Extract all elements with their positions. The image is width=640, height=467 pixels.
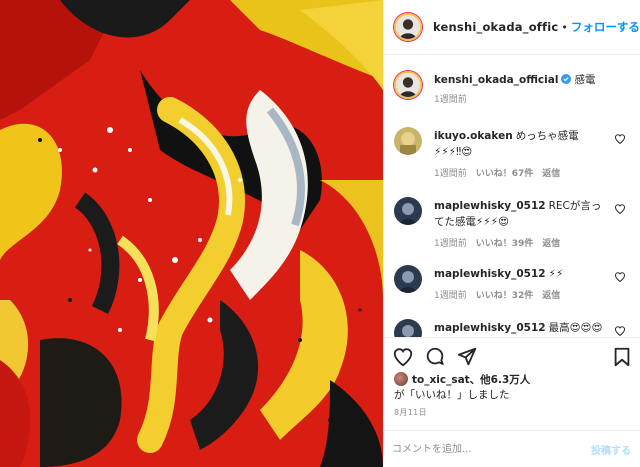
comment-likes[interactable]: いいね！39件 bbox=[476, 239, 534, 249]
post-image[interactable] bbox=[0, 0, 383, 467]
author-username[interactable]: kenshi_okada_offic bbox=[433, 20, 558, 34]
caption-text: 感電 bbox=[574, 74, 596, 86]
comment-username[interactable]: maplewhisky_0512 bbox=[434, 200, 546, 212]
comment-username[interactable]: ikuyo.okaken bbox=[434, 130, 513, 142]
heart-icon[interactable] bbox=[614, 271, 626, 283]
verified-badge-icon bbox=[561, 74, 572, 84]
avatar-portrait bbox=[396, 15, 420, 39]
abstract-painting bbox=[0, 0, 383, 467]
commenter-avatar[interactable] bbox=[394, 265, 422, 293]
comment-likes[interactable]: いいね！67件 bbox=[476, 169, 534, 179]
comment-text: 最高😍😍😍 bbox=[548, 322, 603, 334]
comment-username[interactable]: maplewhisky_0512 bbox=[434, 322, 546, 334]
caption-time[interactable]: 1週間前 bbox=[434, 95, 467, 105]
caption-username[interactable]: kenshi_okada_official bbox=[434, 74, 558, 86]
comment-likes[interactable]: いいね！32件 bbox=[476, 291, 534, 301]
post-comment-button[interactable]: 投稿する bbox=[591, 442, 631, 457]
follow-button[interactable]: フォローする bbox=[571, 19, 640, 35]
comment-composer: 投稿する bbox=[384, 430, 640, 467]
commenter-avatar[interactable] bbox=[394, 319, 422, 337]
caption-avatar[interactable] bbox=[394, 71, 422, 99]
post-header: kenshi_okada_offic • フォローする bbox=[384, 0, 640, 55]
likes-summary: to_xic_sat、他6.3万人 が「いいね！」しました bbox=[394, 372, 634, 403]
heart-icon[interactable] bbox=[614, 203, 626, 215]
heart-icon[interactable] bbox=[614, 325, 626, 337]
comment-username[interactable]: maplewhisky_0512 bbox=[434, 268, 546, 280]
likes-others[interactable]: 、他6.3万人 bbox=[470, 374, 531, 386]
likes-suffix: が「いいね！」しました bbox=[394, 389, 510, 401]
header-separator: • bbox=[561, 20, 568, 34]
bookmark-icon[interactable] bbox=[611, 346, 633, 368]
comment-input[interactable] bbox=[392, 440, 572, 458]
comment-time[interactable]: 1週間前 bbox=[434, 291, 467, 301]
reply-button[interactable]: 返信 bbox=[542, 291, 560, 301]
liker-username[interactable]: to_xic_sat bbox=[412, 374, 470, 386]
commenter-avatar[interactable] bbox=[394, 127, 422, 155]
post-date[interactable]: 8月11日 bbox=[394, 407, 427, 418]
comments-list[interactable]: kenshi_okada_official 感電 1週間前 ikuyo.okake… bbox=[384, 56, 640, 337]
avatar-photo bbox=[394, 127, 422, 155]
reply-button[interactable]: 返信 bbox=[542, 239, 560, 249]
liker-avatar[interactable] bbox=[394, 372, 408, 386]
avatar-photo bbox=[394, 197, 422, 225]
reply-button[interactable]: 返信 bbox=[542, 169, 560, 179]
heart-icon[interactable] bbox=[392, 346, 414, 368]
comment-time[interactable]: 1週間前 bbox=[434, 239, 467, 249]
commenter-avatar[interactable] bbox=[394, 197, 422, 225]
post-detail-panel: kenshi_okada_offic • フォローする kenshi_okada… bbox=[383, 0, 640, 467]
avatar-photo bbox=[394, 319, 422, 337]
comment-icon[interactable] bbox=[424, 346, 446, 368]
comment-time[interactable]: 1週間前 bbox=[434, 169, 467, 179]
author-avatar[interactable] bbox=[394, 13, 422, 41]
heart-icon[interactable] bbox=[614, 133, 626, 145]
share-icon[interactable] bbox=[456, 346, 478, 368]
action-bar bbox=[384, 337, 640, 377]
avatar-portrait bbox=[396, 73, 420, 97]
avatar-photo bbox=[394, 265, 422, 293]
comment-text: ⚡⚡ bbox=[548, 268, 564, 280]
